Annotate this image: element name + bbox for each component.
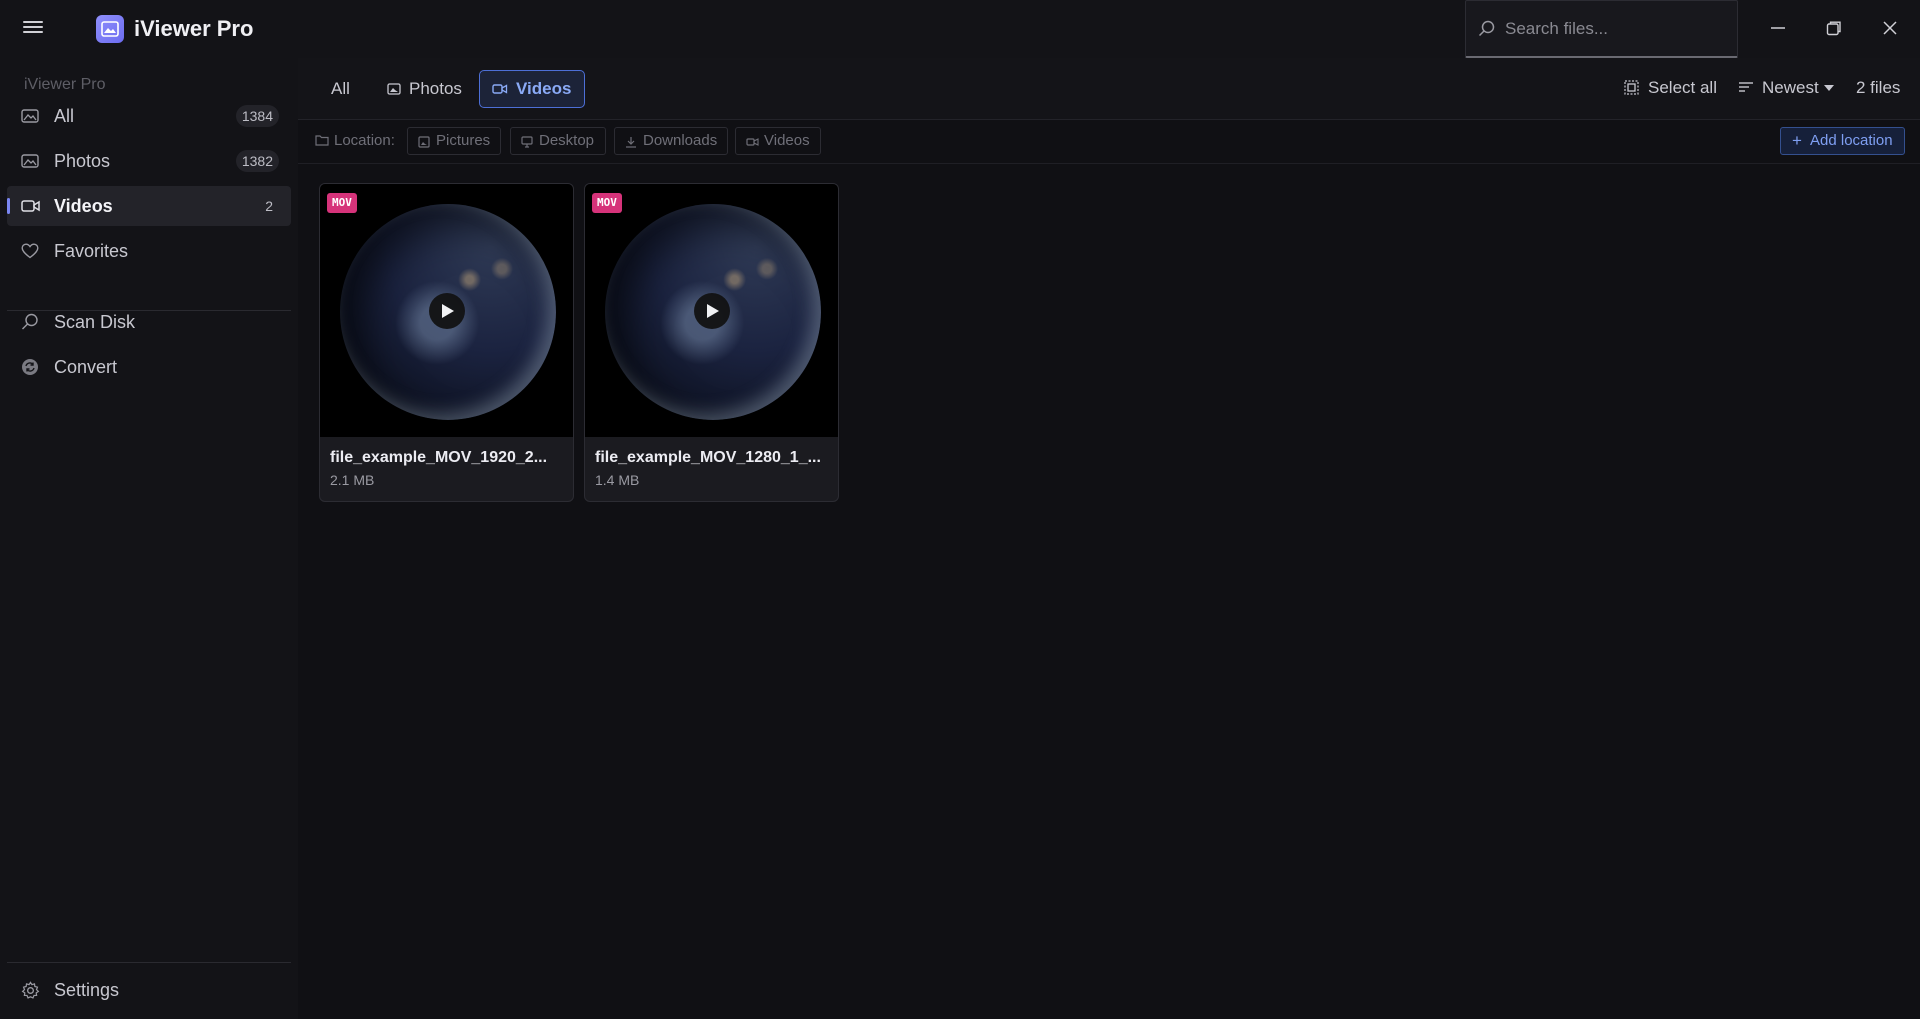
format-badge: MOV — [327, 193, 357, 213]
count-badge: 1384 — [235, 105, 279, 127]
app-window: iViewer Pro iViewer Pro All 1384 Photos … — [0, 0, 1920, 1019]
minimize-button[interactable] — [1750, 0, 1806, 58]
plus-icon: + — [1792, 131, 1802, 150]
gear-icon — [21, 981, 40, 999]
search-box[interactable] — [1465, 0, 1738, 58]
sort-icon — [1739, 82, 1753, 92]
heart-icon — [21, 243, 39, 259]
restore-button[interactable] — [1806, 0, 1862, 58]
chevron-down-icon — [1824, 85, 1834, 91]
sidebar-header: iViewer Pro — [24, 76, 106, 93]
location-chip-pictures[interactable]: Pictures — [407, 127, 501, 155]
app-logo-icon — [96, 15, 124, 43]
location-chip-label: Downloads — [643, 132, 718, 149]
search-icon — [1478, 20, 1495, 37]
video-icon — [746, 138, 759, 146]
sidebar-item-photos[interactable]: Photos 1382 — [7, 141, 291, 181]
sidebar-item-favorites[interactable]: Favorites — [7, 231, 291, 271]
file-name: file_example_MOV_1280_1_... — [595, 449, 821, 466]
add-location-button[interactable]: + Add location — [1780, 127, 1905, 155]
format-badge: MOV — [592, 193, 622, 213]
video-thumbnail: MOV — [585, 184, 838, 437]
menu-icon[interactable] — [22, 18, 44, 40]
sidebar-item-convert[interactable]: Convert — [7, 347, 291, 387]
minimize-icon — [1771, 27, 1785, 29]
tab-videos[interactable]: Videos — [479, 70, 585, 108]
sidebar-item-label: Videos — [54, 196, 113, 216]
sort-label: Newest — [1762, 78, 1819, 97]
sidebar-item-label: Scan Disk — [54, 312, 136, 332]
location-chip-label: Videos — [764, 132, 810, 149]
select-all-label: Select all — [1648, 78, 1717, 97]
select-all-icon — [1624, 80, 1639, 95]
close-icon — [1883, 21, 1897, 35]
monitor-icon — [521, 136, 533, 148]
video-icon — [492, 84, 508, 94]
location-chip-label: Pictures — [436, 132, 491, 149]
search-input[interactable] — [1503, 13, 1731, 45]
add-location-label: Add location — [1810, 132, 1893, 149]
file-count: 2 files — [1856, 78, 1901, 97]
file-size: 2.1 MB — [330, 472, 375, 488]
count-badge: 2 — [265, 198, 273, 214]
tab-label: All — [331, 79, 350, 98]
close-button[interactable] — [1862, 0, 1918, 58]
file-card[interactable]: MOV file_example_MOV_1920_2... 2.1 MB — [319, 183, 574, 502]
convert-icon — [22, 359, 38, 375]
file-name: file_example_MOV_1920_2... — [330, 449, 548, 466]
tab-all[interactable]: All — [315, 70, 367, 108]
sidebar-item-scan-disk[interactable]: Scan Disk — [7, 302, 291, 342]
image-icon — [418, 136, 430, 148]
location-chip-videos[interactable]: Videos — [735, 127, 821, 155]
sidebar: iViewer Pro All 1384 Photos 1382 Videos … — [0, 58, 298, 1019]
file-card[interactable]: MOV file_example_MOV_1280_1_... 1.4 MB — [584, 183, 839, 502]
file-size: 1.4 MB — [595, 472, 640, 488]
main-content: All Photos Videos Select all Newest 2 fi… — [298, 58, 1920, 1019]
play-icon — [442, 304, 454, 318]
sidebar-item-settings[interactable]: Settings — [7, 963, 291, 1019]
sidebar-item-label: All — [54, 106, 75, 126]
play-icon — [707, 304, 719, 318]
sidebar-item-label: Favorites — [54, 241, 129, 261]
image-icon — [387, 83, 401, 95]
sidebar-item-label: Settings — [54, 980, 120, 1000]
location-chip-desktop[interactable]: Desktop — [510, 127, 606, 155]
tab-photos[interactable]: Photos — [374, 70, 468, 108]
location-bar: Location: Pictures Desktop Downloads Vid… — [298, 120, 1920, 164]
count-badge: 1382 — [235, 150, 279, 172]
video-icon — [21, 200, 40, 212]
sidebar-item-label: Photos — [54, 151, 111, 171]
tab-label: Photos — [409, 79, 462, 98]
folder-icon — [315, 135, 329, 146]
sidebar-item-videos[interactable]: Videos 2 — [7, 186, 291, 226]
download-icon — [626, 137, 636, 148]
toolbar: All Photos Videos Select all Newest 2 fi… — [298, 58, 1920, 120]
image-icon — [21, 109, 39, 123]
image-icon — [21, 154, 39, 168]
sidebar-item-label: Convert — [54, 357, 118, 377]
play-button[interactable] — [694, 293, 730, 329]
location-chip-label: Desktop — [539, 132, 595, 149]
title-bar: iViewer Pro — [0, 0, 1920, 58]
search-icon — [22, 313, 38, 330]
location-chip-downloads[interactable]: Downloads — [614, 127, 728, 155]
restore-icon — [1826, 21, 1841, 36]
tab-label: Videos — [516, 79, 572, 98]
video-thumbnail: MOV — [320, 184, 573, 437]
app-title: iViewer Pro — [134, 16, 254, 41]
sidebar-item-all[interactable]: All 1384 — [7, 96, 291, 136]
play-button[interactable] — [429, 293, 465, 329]
